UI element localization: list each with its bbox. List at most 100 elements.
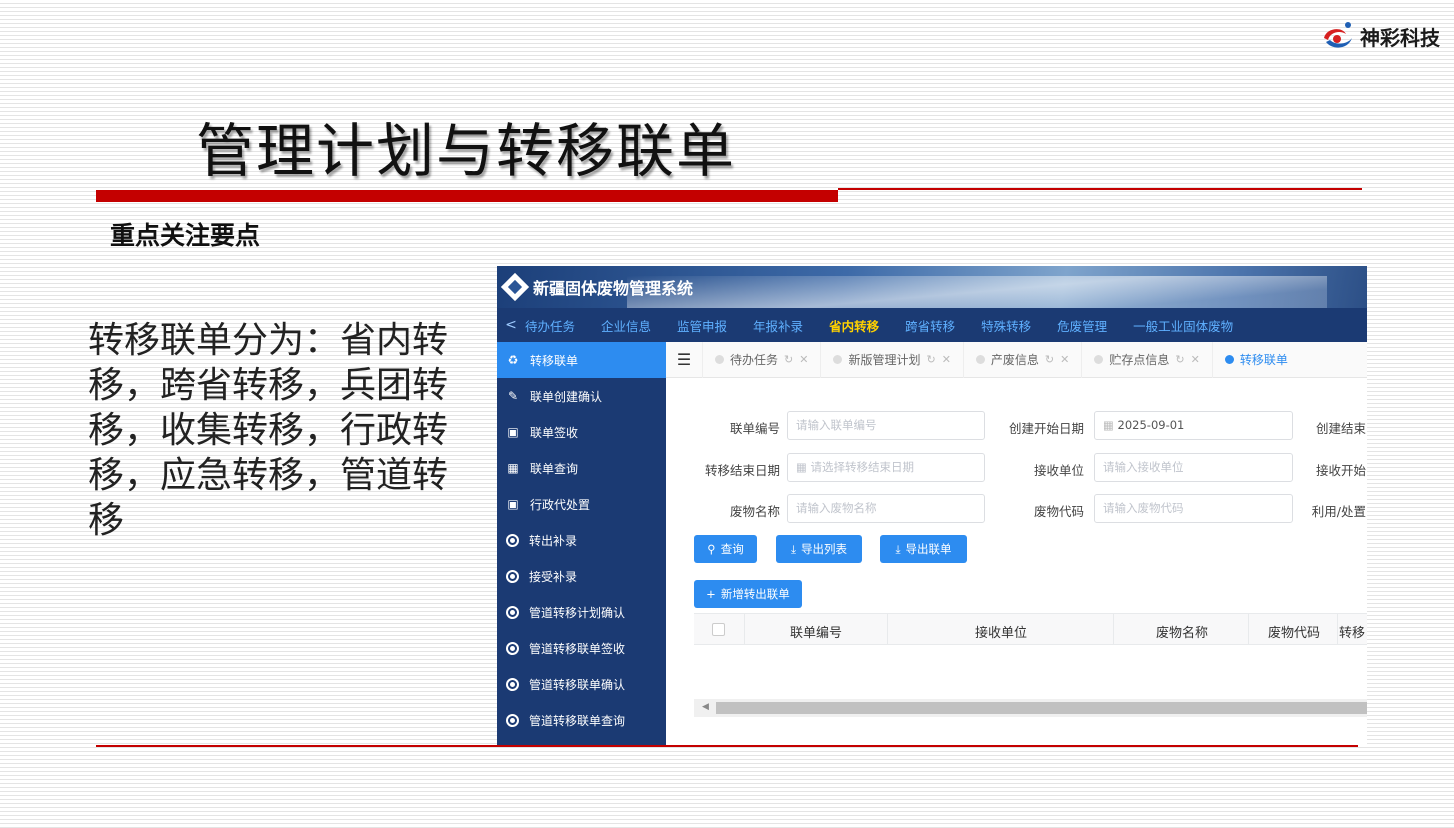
company-logo: 神彩科技 xyxy=(1320,20,1440,52)
th-waste-name[interactable]: 废物名称 xyxy=(1156,622,1208,641)
sidebar-item-label: 接受补录 xyxy=(529,569,578,584)
circle-dot-icon xyxy=(506,677,519,691)
th-receiver[interactable]: 接收单位 xyxy=(975,622,1027,641)
sidebar-item-label: 行政代处置 xyxy=(530,497,591,512)
create-start-date-input[interactable]: ▦ 2025-09-01 xyxy=(1094,411,1293,440)
slide-title: 管理计划与转移联单 xyxy=(196,117,737,185)
tab-dot-icon xyxy=(715,355,724,364)
sidebar-item-create-confirm[interactable]: ✎ 联单创建确认 xyxy=(497,378,666,414)
scrollbar-thumb[interactable] xyxy=(716,702,1367,714)
tab-management-plan[interactable]: 新版管理计划 ↻ ✕ xyxy=(820,341,962,378)
receiver-input[interactable]: 请输入接收单位 xyxy=(1094,453,1293,482)
topnav-item-provincial[interactable]: 省内转移 xyxy=(829,316,879,335)
sidebar-item-transfer-manifest[interactable]: ♻ 转移联单 xyxy=(497,342,666,378)
calendar-icon: ▦ xyxy=(1103,418,1118,432)
refresh-icon[interactable]: ↻ xyxy=(1175,353,1184,366)
export-manifest-button[interactable]: ⤓ 导出联单 xyxy=(880,535,967,563)
app-header: 新疆固体废物管理系统 xyxy=(497,266,1367,308)
circle-dot-icon xyxy=(506,605,519,619)
download-icon: ⤓ xyxy=(895,541,901,556)
circle-dot-icon xyxy=(506,569,519,583)
logo-swirl-icon xyxy=(1324,22,1352,48)
column-divider xyxy=(1337,614,1338,644)
top-nav: < 待办任务 企业信息 监管申报 年报补录 省内转移 跨省转移 特殊转移 危废管… xyxy=(497,308,1367,342)
sidebar-item-pipeline-sign[interactable]: 管道转移联单签收 xyxy=(497,630,666,666)
sidebar-item-label: 管道转移联单签收 xyxy=(529,641,626,656)
topnav-item-todo[interactable]: 待办任务 xyxy=(525,316,575,335)
usage-label: 利用/处置 xyxy=(1311,504,1366,519)
refresh-icon[interactable]: ↻ xyxy=(926,353,935,366)
title-underline-bar xyxy=(96,190,838,202)
add-manifest-button[interactable]: + 新增转出联单 xyxy=(694,580,802,608)
circle-dot-icon xyxy=(506,713,519,727)
refresh-icon[interactable]: ↻ xyxy=(1045,353,1054,366)
th-transfer[interactable]: 转移 xyxy=(1339,622,1365,641)
menu-toggle-icon[interactable]: ☰ xyxy=(666,350,702,369)
download-icon: ⤓ xyxy=(790,541,797,556)
manifest-no-input[interactable]: 请输入联单编号 xyxy=(787,411,985,440)
scroll-left-icon[interactable]: ◀ xyxy=(702,702,709,712)
topnav-item-general-solid[interactable]: 一般工业固体废物 xyxy=(1133,316,1233,335)
transfer-end-date-input[interactable]: ▦ 请选择转移结束日期 xyxy=(787,453,985,482)
tab-dot-icon xyxy=(833,355,843,364)
tab-transfer-manifest[interactable]: 转移联单 xyxy=(1211,341,1300,378)
sidebar-item-pipeline-query[interactable]: 管道转移联单查询 xyxy=(497,702,666,738)
tab-bar: ☰ 待办任务 ↻ ✕ 新版管理计划 ↻ ✕ 产废信息 ↻ ✕ 贮存点信息 ↻ ✕… xyxy=(666,341,1367,378)
refresh-icon[interactable]: ↻ xyxy=(784,353,793,366)
sidebar-item-label: 转出补录 xyxy=(529,533,578,548)
column-divider xyxy=(744,614,745,644)
topnav-item-hazardous[interactable]: 危废管理 xyxy=(1057,316,1107,335)
sidebar-item-out-supplement[interactable]: 转出补录 xyxy=(497,522,666,558)
topnav-item-interprovincial[interactable]: 跨省转移 xyxy=(905,316,955,335)
transfer-end-label: 转移结束日期 xyxy=(704,463,780,478)
tab-todo[interactable]: 待办任务 ↻ ✕ xyxy=(702,341,820,378)
sidebar-item-sign[interactable]: ▣ 联单签收 xyxy=(497,414,666,450)
close-icon[interactable]: ✕ xyxy=(942,353,951,366)
sidebar-item-pipeline-confirm[interactable]: 管道转移联单确认 xyxy=(497,666,666,702)
th-waste-code[interactable]: 废物代码 xyxy=(1268,622,1320,641)
circle-dot-icon xyxy=(506,641,519,655)
tab-label: 贮存点信息 xyxy=(1109,353,1170,367)
close-icon[interactable]: ✕ xyxy=(1060,353,1069,366)
sidebar-item-in-supplement[interactable]: 接受补录 xyxy=(497,558,666,594)
sidebar-item-label: 联单签收 xyxy=(530,425,579,440)
tab-storage-info[interactable]: 贮存点信息 ↻ ✕ xyxy=(1081,341,1211,378)
app-logo-icon xyxy=(500,272,530,302)
sidebar-item-query[interactable]: ▦ 联单查询 xyxy=(497,450,666,486)
app-screenshot: 新疆固体废物管理系统 < 待办任务 企业信息 监管申报 年报补录 省内转移 跨省… xyxy=(497,266,1367,746)
create-start-label: 创建开始日期 xyxy=(1008,421,1084,436)
topnav-item-company[interactable]: 企业信息 xyxy=(601,316,651,335)
form-row-1: 联单编号 请输入联单编号 创建开始日期 ▦ 2025-09-01 创建结束 xyxy=(666,411,1367,441)
select-all-checkbox[interactable] xyxy=(712,623,725,636)
tab-label: 转移联单 xyxy=(1239,353,1288,367)
main-content: ☰ 待办任务 ↻ ✕ 新版管理计划 ↻ ✕ 产废信息 ↻ ✕ 贮存点信息 ↻ ✕… xyxy=(666,341,1367,746)
topnav-item-annual[interactable]: 年报补录 xyxy=(753,316,803,335)
waste-code-input[interactable]: 请输入废物代码 xyxy=(1094,494,1293,523)
sidebar-item-label: 管道转移联单确认 xyxy=(529,677,626,692)
close-icon[interactable]: ✕ xyxy=(1191,353,1200,366)
sidebar: ♻ 转移联单 ✎ 联单创建确认 ▣ 联单签收 ▦ 联单查询 ▣ 行政代处置 转出… xyxy=(497,342,666,746)
create-start-date-value: 2025-09-01 xyxy=(1117,418,1185,432)
transfer-end-placeholder: 请选择转移结束日期 xyxy=(810,460,915,474)
chevron-left-icon[interactable]: < xyxy=(497,317,525,333)
plus-icon: + xyxy=(706,587,716,601)
sidebar-item-admin-disposal[interactable]: ▣ 行政代处置 xyxy=(497,486,666,522)
close-icon[interactable]: ✕ xyxy=(799,353,808,366)
tab-dot-icon xyxy=(1094,355,1104,364)
search-icon: ⚲ xyxy=(707,542,716,556)
tab-waste-info[interactable]: 产废信息 ↻ ✕ xyxy=(962,341,1081,378)
export-list-button[interactable]: ⤓ 导出列表 xyxy=(776,535,862,563)
sidebar-item-pipeline-plan-confirm[interactable]: 管道转移计划确认 xyxy=(497,594,666,630)
column-divider xyxy=(887,614,888,644)
topnav-item-special[interactable]: 特殊转移 xyxy=(981,316,1031,335)
th-manifest-no[interactable]: 联单编号 xyxy=(790,622,842,641)
recycle-icon: ♻ xyxy=(507,353,519,367)
horizontal-scrollbar[interactable]: ◀ xyxy=(694,699,1367,717)
sign-icon: ▣ xyxy=(507,497,519,511)
column-divider xyxy=(1248,614,1249,644)
sidebar-item-label: 联单查询 xyxy=(530,461,579,476)
query-button[interactable]: ⚲ 查询 xyxy=(694,535,757,563)
receive-start-label: 接收开始 xyxy=(1315,463,1366,478)
waste-name-input[interactable]: 请输入废物名称 xyxy=(787,494,985,523)
topnav-item-supervision[interactable]: 监管申报 xyxy=(677,316,727,335)
